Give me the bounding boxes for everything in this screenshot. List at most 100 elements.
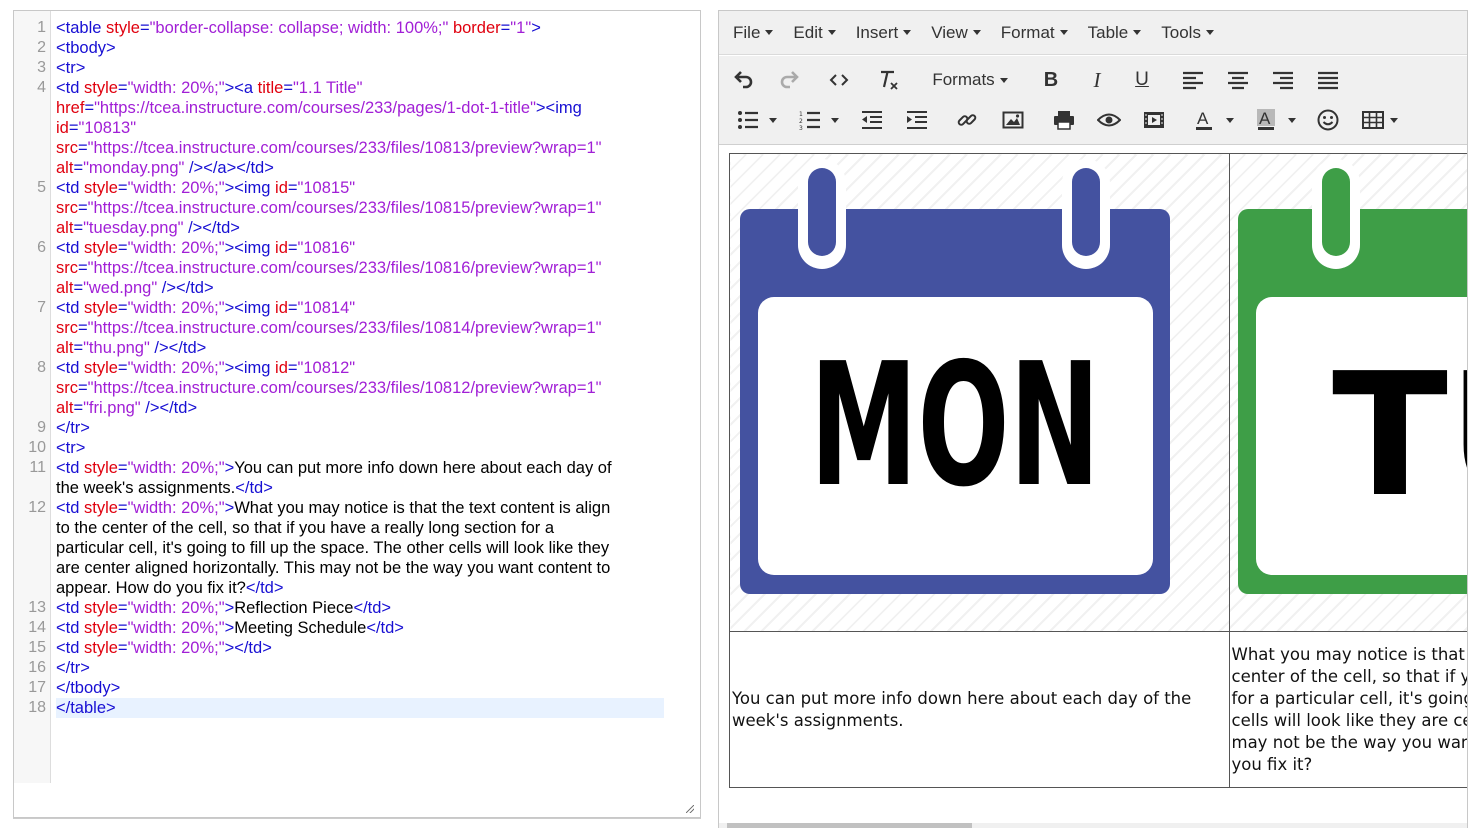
code-line[interactable]: 8 <td style="width: 20%;"><img id="10812"…	[14, 358, 700, 418]
code-token: >	[224, 619, 235, 637]
code-token: =	[117, 619, 128, 637]
undo-button[interactable]	[731, 66, 757, 94]
code-line[interactable]: 13 <td style="width: 20%;">Reflection Pie…	[14, 598, 700, 618]
code-line-text: <td style="width: 20%;">What you may not…	[56, 498, 656, 598]
code-token: ><img	[224, 299, 276, 317]
line-number: 4	[37, 79, 46, 96]
table-cell-notice[interactable]: What you may notice is that the text con…	[1228, 631, 1467, 788]
svg-text:3: 3	[799, 125, 803, 130]
redo-button[interactable]	[776, 66, 802, 94]
html-source-editor[interactable]: 1 <table style="border-collapse: collapse…	[13, 10, 701, 818]
day-label-tue: TU	[1332, 337, 1469, 535]
menu-format[interactable]: Format	[993, 23, 1076, 43]
code-token: Reflection Piece	[234, 599, 354, 617]
svg-text:A: A	[1197, 109, 1209, 128]
bold-button[interactable]: B	[1038, 66, 1064, 94]
print-icon	[1054, 111, 1074, 130]
code-line[interactable]: 6 <td style="width: 20%;"><img id="10816"…	[14, 238, 700, 298]
align-right-button[interactable]	[1270, 66, 1296, 94]
scrollbar-thumb[interactable]	[727, 823, 972, 828]
code-line[interactable]: 15 <td style="width: 20%;"></td>	[14, 638, 700, 658]
link-button[interactable]	[954, 106, 980, 134]
code-line-text: <tbody>	[56, 38, 656, 58]
code-line[interactable]: 16 </tr>	[14, 658, 700, 678]
chevron-down-icon	[827, 30, 836, 35]
code-token: src	[56, 379, 78, 397]
menu-insert[interactable]: Insert	[848, 23, 920, 43]
code-token: "width: 20%;"	[127, 599, 225, 617]
code-line[interactable]: 17 </tbody>	[14, 678, 700, 698]
code-line[interactable]: 1 <table style="border-collapse: collapse…	[14, 18, 700, 38]
line-number: 9	[37, 419, 46, 436]
code-lines[interactable]: 1 <table style="border-collapse: collapse…	[14, 18, 700, 718]
table-button[interactable]	[1360, 106, 1400, 134]
outdent-button[interactable]	[859, 106, 885, 134]
numbered-list-button[interactable]: 123	[795, 106, 843, 134]
editor-content-area[interactable]: MON TU You can put more info down here a…	[729, 153, 1469, 793]
code-line[interactable]: 11 <td style="width: 20%;">You can put mo…	[14, 458, 700, 498]
code-token: =	[117, 239, 128, 257]
code-token: "width: 20%;"	[127, 619, 225, 637]
code-line[interactable]: 14 <td style="width: 20%;">Meeting Schedu…	[14, 618, 700, 638]
code-token: </table>	[56, 699, 116, 717]
code-token: Meeting Schedule	[234, 619, 367, 637]
menu-edit[interactable]: Edit	[785, 23, 843, 43]
code-token: <tbody>	[56, 39, 116, 57]
table-cell-assignments[interactable]: You can put more info down here about ea…	[729, 631, 1230, 788]
code-line[interactable]: 9 </tr>	[14, 418, 700, 438]
justify-button[interactable]	[1315, 66, 1341, 94]
code-token: =	[287, 239, 298, 257]
code-line[interactable]: 2 <tbody>	[14, 38, 700, 58]
code-line[interactable]: 3 <tr>	[14, 58, 700, 78]
underline-button[interactable]: U	[1129, 66, 1155, 94]
align-left-button[interactable]	[1180, 66, 1206, 94]
code-line[interactable]: 4 <td style="width: 20%;"><a title="1.1 T…	[14, 78, 700, 178]
rich-text-editor: File Edit Insert View Format Table Tools…	[718, 10, 1468, 828]
emoticons-button[interactable]	[1315, 106, 1341, 134]
code-token: src	[56, 199, 78, 217]
italic-button[interactable]: I	[1084, 66, 1110, 94]
preview-icon	[1097, 113, 1121, 127]
monday-calendar-image[interactable]: MON	[730, 154, 1180, 626]
table-cell[interactable]: TU	[1228, 153, 1469, 632]
code-token: style	[83, 639, 118, 657]
code-token: =	[73, 159, 84, 177]
code-token: </tr>	[56, 659, 90, 677]
code-line[interactable]: 7 <td style="width: 20%;"><img id="10814"…	[14, 298, 700, 358]
resize-handle-icon[interactable]	[684, 803, 694, 813]
preview-button[interactable]	[1096, 106, 1122, 134]
source-code-button[interactable]	[826, 66, 852, 94]
formats-dropdown[interactable]: Formats	[925, 66, 1015, 94]
code-token: =	[73, 399, 84, 417]
horizontal-scrollbar[interactable]	[719, 823, 1467, 828]
code-line[interactable]: 12 <td style="width: 20%;">What you may n…	[14, 498, 700, 598]
image-button[interactable]	[1000, 106, 1026, 134]
code-token: =	[84, 99, 95, 117]
code-line[interactable]: 5 <td style="width: 20%;"><img id="10815"…	[14, 178, 700, 238]
table-cell[interactable]: MON	[729, 153, 1230, 632]
print-button[interactable]	[1051, 106, 1077, 134]
table-row: MON TU	[729, 153, 1469, 632]
background-color-button[interactable]: A	[1251, 106, 1301, 134]
indent-button[interactable]	[904, 106, 930, 134]
code-line[interactable]: 10 <tr>	[14, 438, 700, 458]
clear-formatting-button[interactable]	[875, 66, 903, 94]
tuesday-calendar-image[interactable]: TU	[1230, 154, 1469, 626]
code-line-text: <td style="width: 20%;"><img id="10816" …	[56, 238, 656, 298]
code-line[interactable]: 18 </table>	[14, 698, 700, 718]
code-token: >	[224, 499, 235, 517]
media-button[interactable]	[1141, 106, 1167, 134]
text-color-button[interactable]: A	[1189, 106, 1239, 134]
bullet-list-button[interactable]	[733, 106, 781, 134]
link-icon	[957, 114, 977, 126]
code-token: =	[500, 19, 511, 37]
content-table[interactable]: MON TU You can put more info down here a…	[729, 153, 1469, 788]
align-center-button[interactable]	[1225, 66, 1251, 94]
menu-file[interactable]: File	[725, 23, 781, 43]
menu-tools[interactable]: Tools	[1153, 23, 1222, 43]
menu-view[interactable]: View	[923, 23, 989, 43]
line-number: 3	[37, 59, 46, 76]
menu-table[interactable]: Table	[1080, 23, 1150, 43]
code-token: /></td>	[183, 219, 240, 237]
undo-icon	[734, 71, 753, 89]
